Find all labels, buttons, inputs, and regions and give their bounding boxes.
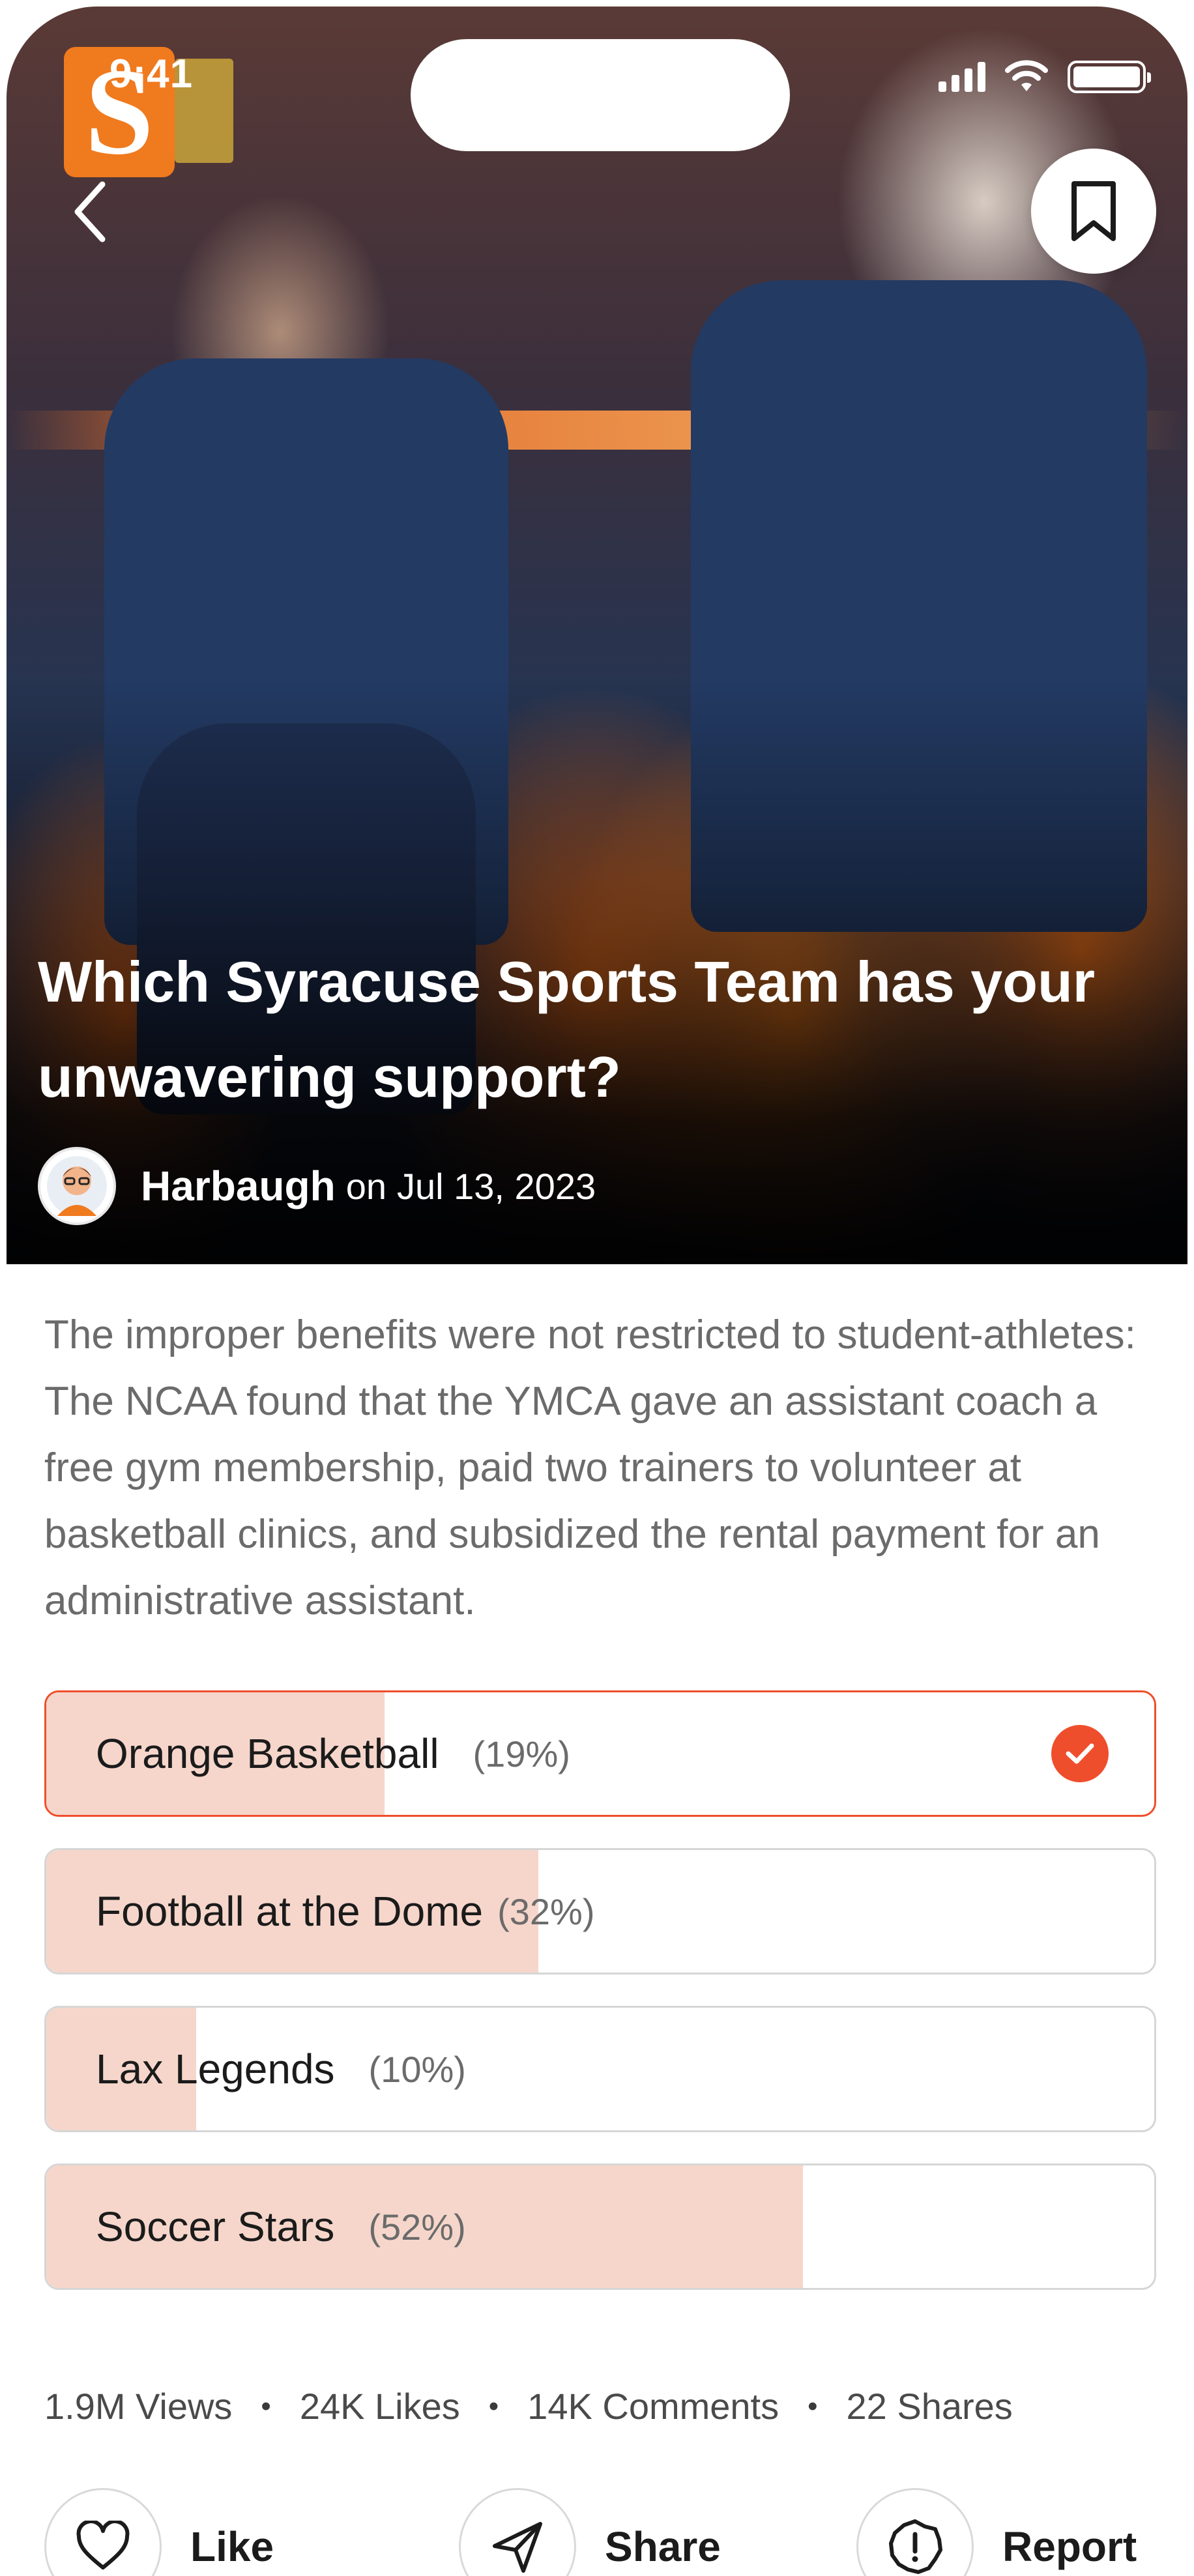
stats-separator: • [808,2390,818,2422]
post-description: The improper benefits were not restricte… [44,1312,1136,1623]
poll-option-label: Lax Legends [96,2046,335,2092]
likes-count: 24K Likes [299,2386,460,2427]
status-icons [939,60,1151,94]
report-label: Report [1002,2523,1137,2570]
like-button[interactable]: Like [44,2488,274,2576]
poll-option-percent: (52%) [368,2206,466,2248]
like-label: Like [190,2523,274,2570]
report-button[interactable]: Report [856,2488,1137,2576]
dynamic-island [411,39,790,151]
author-on-label: on [345,1165,386,1207]
shares-count: 22 Shares [846,2386,1013,2427]
heart-icon [44,2488,162,2576]
share-button[interactable]: Share [459,2488,721,2576]
back-icon [74,181,106,242]
action-bar: Like Share Report [44,2488,1194,2576]
share-label: Share [605,2523,721,2570]
signal-icon [939,62,985,92]
poll-option-soccer-stars[interactable]: Soccer Stars (52%) [44,2164,1156,2290]
author-row: Harbaugh on Jul 13, 2023 [38,1147,596,1225]
check-icon [1051,1725,1109,1782]
bookmark-button[interactable] [1031,149,1156,274]
poll-option-lax-legends[interactable]: Lax Legends (10%) [44,2006,1156,2132]
stats-separator: • [261,2390,271,2422]
poll-option-football-at-the-dome[interactable]: Football at the Dome (32%) [44,1848,1156,1975]
avatar[interactable] [38,1147,116,1225]
poll-option-label: Orange Basketball [96,1730,439,1777]
app-screen: S 9:41 Which Syracuse Sports Team has yo… [0,0,1194,2576]
post-stats: 1.9M Views • 24K Likes • 14K Comments • … [44,2385,1013,2427]
wifi-icon [1005,60,1048,91]
poll-option-percent: (10%) [368,2048,466,2090]
bookmark-icon [1071,181,1116,241]
send-icon [459,2488,576,2576]
avatar-icon [47,1156,107,1216]
poll-option-orange-basketball[interactable]: Orange Basketball (19%) [44,1690,1156,1817]
views-count: 1.9M Views [44,2386,233,2427]
battery-icon [1068,61,1151,93]
report-icon [856,2488,974,2576]
author-name[interactable]: Harbaugh [141,1162,336,1210]
poll-option-label: Soccer Stars [96,2203,335,2250]
poll-option-percent: (19%) [473,1733,570,1774]
poll-option-percent: (32%) [497,1890,595,1932]
comments-count: 14K Comments [527,2386,779,2427]
post-date: Jul 13, 2023 [396,1165,596,1207]
stats-separator: • [488,2390,499,2422]
poll-option-label: Football at the Dome [96,1888,484,1935]
post-title: Which Syracuse Sports Team has your unwa… [38,949,1095,1109]
status-time: 9:41 [109,51,194,96]
back-button[interactable] [55,176,126,248]
poll-options: Orange Basketball (19%) Football at the … [44,1690,1156,2321]
